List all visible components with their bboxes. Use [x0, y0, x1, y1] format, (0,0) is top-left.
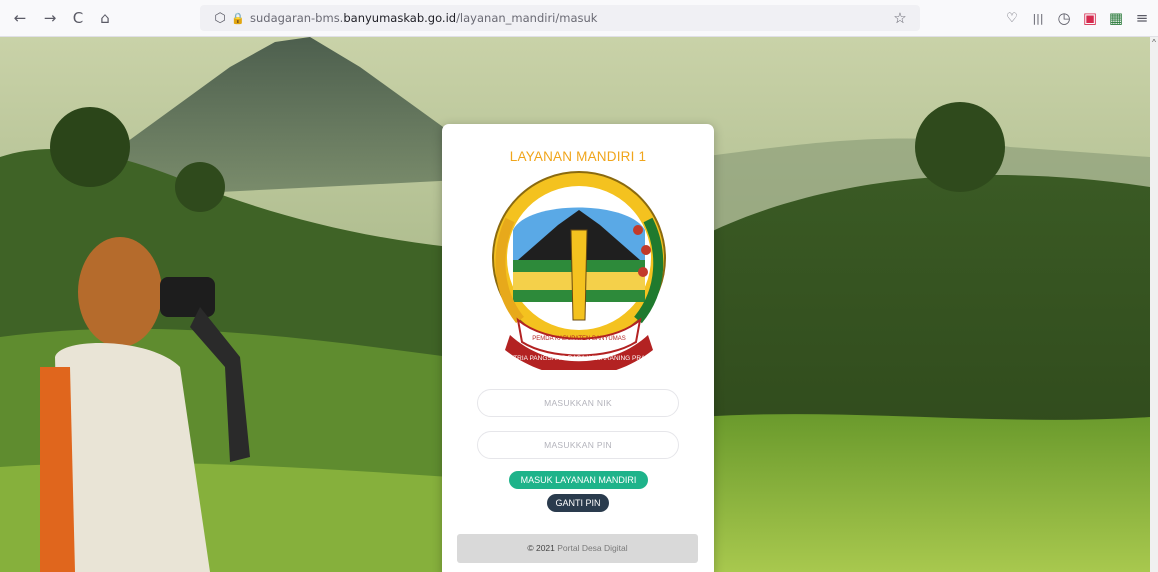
forward-arrow-icon[interactable]: → — [38, 6, 62, 30]
change-pin-button[interactable]: GANTI PIN — [547, 494, 609, 512]
login-card: LAYANAN MANDIRI 1 PEMDA KABUPATEN BANYUM… — [442, 124, 714, 572]
banyumas-emblem-logo: PEMDA KABUPATEN BANYUMAS SATRIA PANGSANG… — [492, 171, 666, 370]
back-arrow-icon[interactable]: ← — [8, 6, 32, 30]
login-button[interactable]: MASUK LAYANAN MANDIRI — [509, 471, 648, 489]
history-icon[interactable]: ◷ — [1052, 6, 1076, 30]
url-text[interactable]: sudagaran-bms.banyumaskab.go.id/layanan_… — [250, 11, 597, 25]
library-icon[interactable]: ||| — [1026, 6, 1050, 30]
emblem-text-top: PEMDA KABUPATEN BANYUMAS — [532, 336, 625, 342]
extension-icon[interactable]: ▣ — [1078, 6, 1102, 30]
pocket-icon[interactable]: ♡ — [1000, 6, 1024, 30]
url-path: /layanan_mandiri/masuk — [456, 11, 598, 25]
home-icon[interactable]: ⌂ — [93, 6, 117, 30]
nik-input[interactable] — [477, 389, 679, 417]
url-domain: banyumaskab.go.id — [343, 11, 457, 25]
page-scrollbar[interactable] — [1150, 37, 1158, 572]
footer-copyright: © 2021 — [527, 543, 558, 553]
browser-toolbar: ← → C ⌂ ⬡ 🔒 sudagaran-bms.banyumaskab.go… — [0, 0, 1158, 37]
scroll-up-arrow-icon[interactable]: ^ — [1150, 38, 1158, 48]
menu-icon[interactable]: ≡ — [1130, 6, 1154, 30]
url-prefix: sudagaran-bms. — [250, 11, 344, 25]
footer-link[interactable]: Portal Desa Digital — [557, 543, 627, 553]
lock-icon[interactable]: 🔒 — [226, 6, 250, 30]
pin-input[interactable] — [477, 431, 679, 459]
emblem-motto: SATRIA PANGSANG RASA WIWARANING PRAJA — [505, 355, 654, 362]
card-footer: © 2021 Portal Desa Digital — [457, 534, 698, 563]
extension-2-icon[interactable]: ▦ — [1104, 6, 1128, 30]
reload-icon[interactable]: C — [66, 6, 90, 30]
page-background: LAYANAN MANDIRI 1 PEMDA KABUPATEN BANYUM… — [0, 37, 1150, 572]
bookmark-star-icon[interactable]: ☆ — [888, 6, 912, 30]
url-bar[interactable]: ⬡ 🔒 sudagaran-bms.banyumaskab.go.id/laya… — [200, 5, 920, 31]
card-title: LAYANAN MANDIRI 1 — [509, 149, 647, 164]
